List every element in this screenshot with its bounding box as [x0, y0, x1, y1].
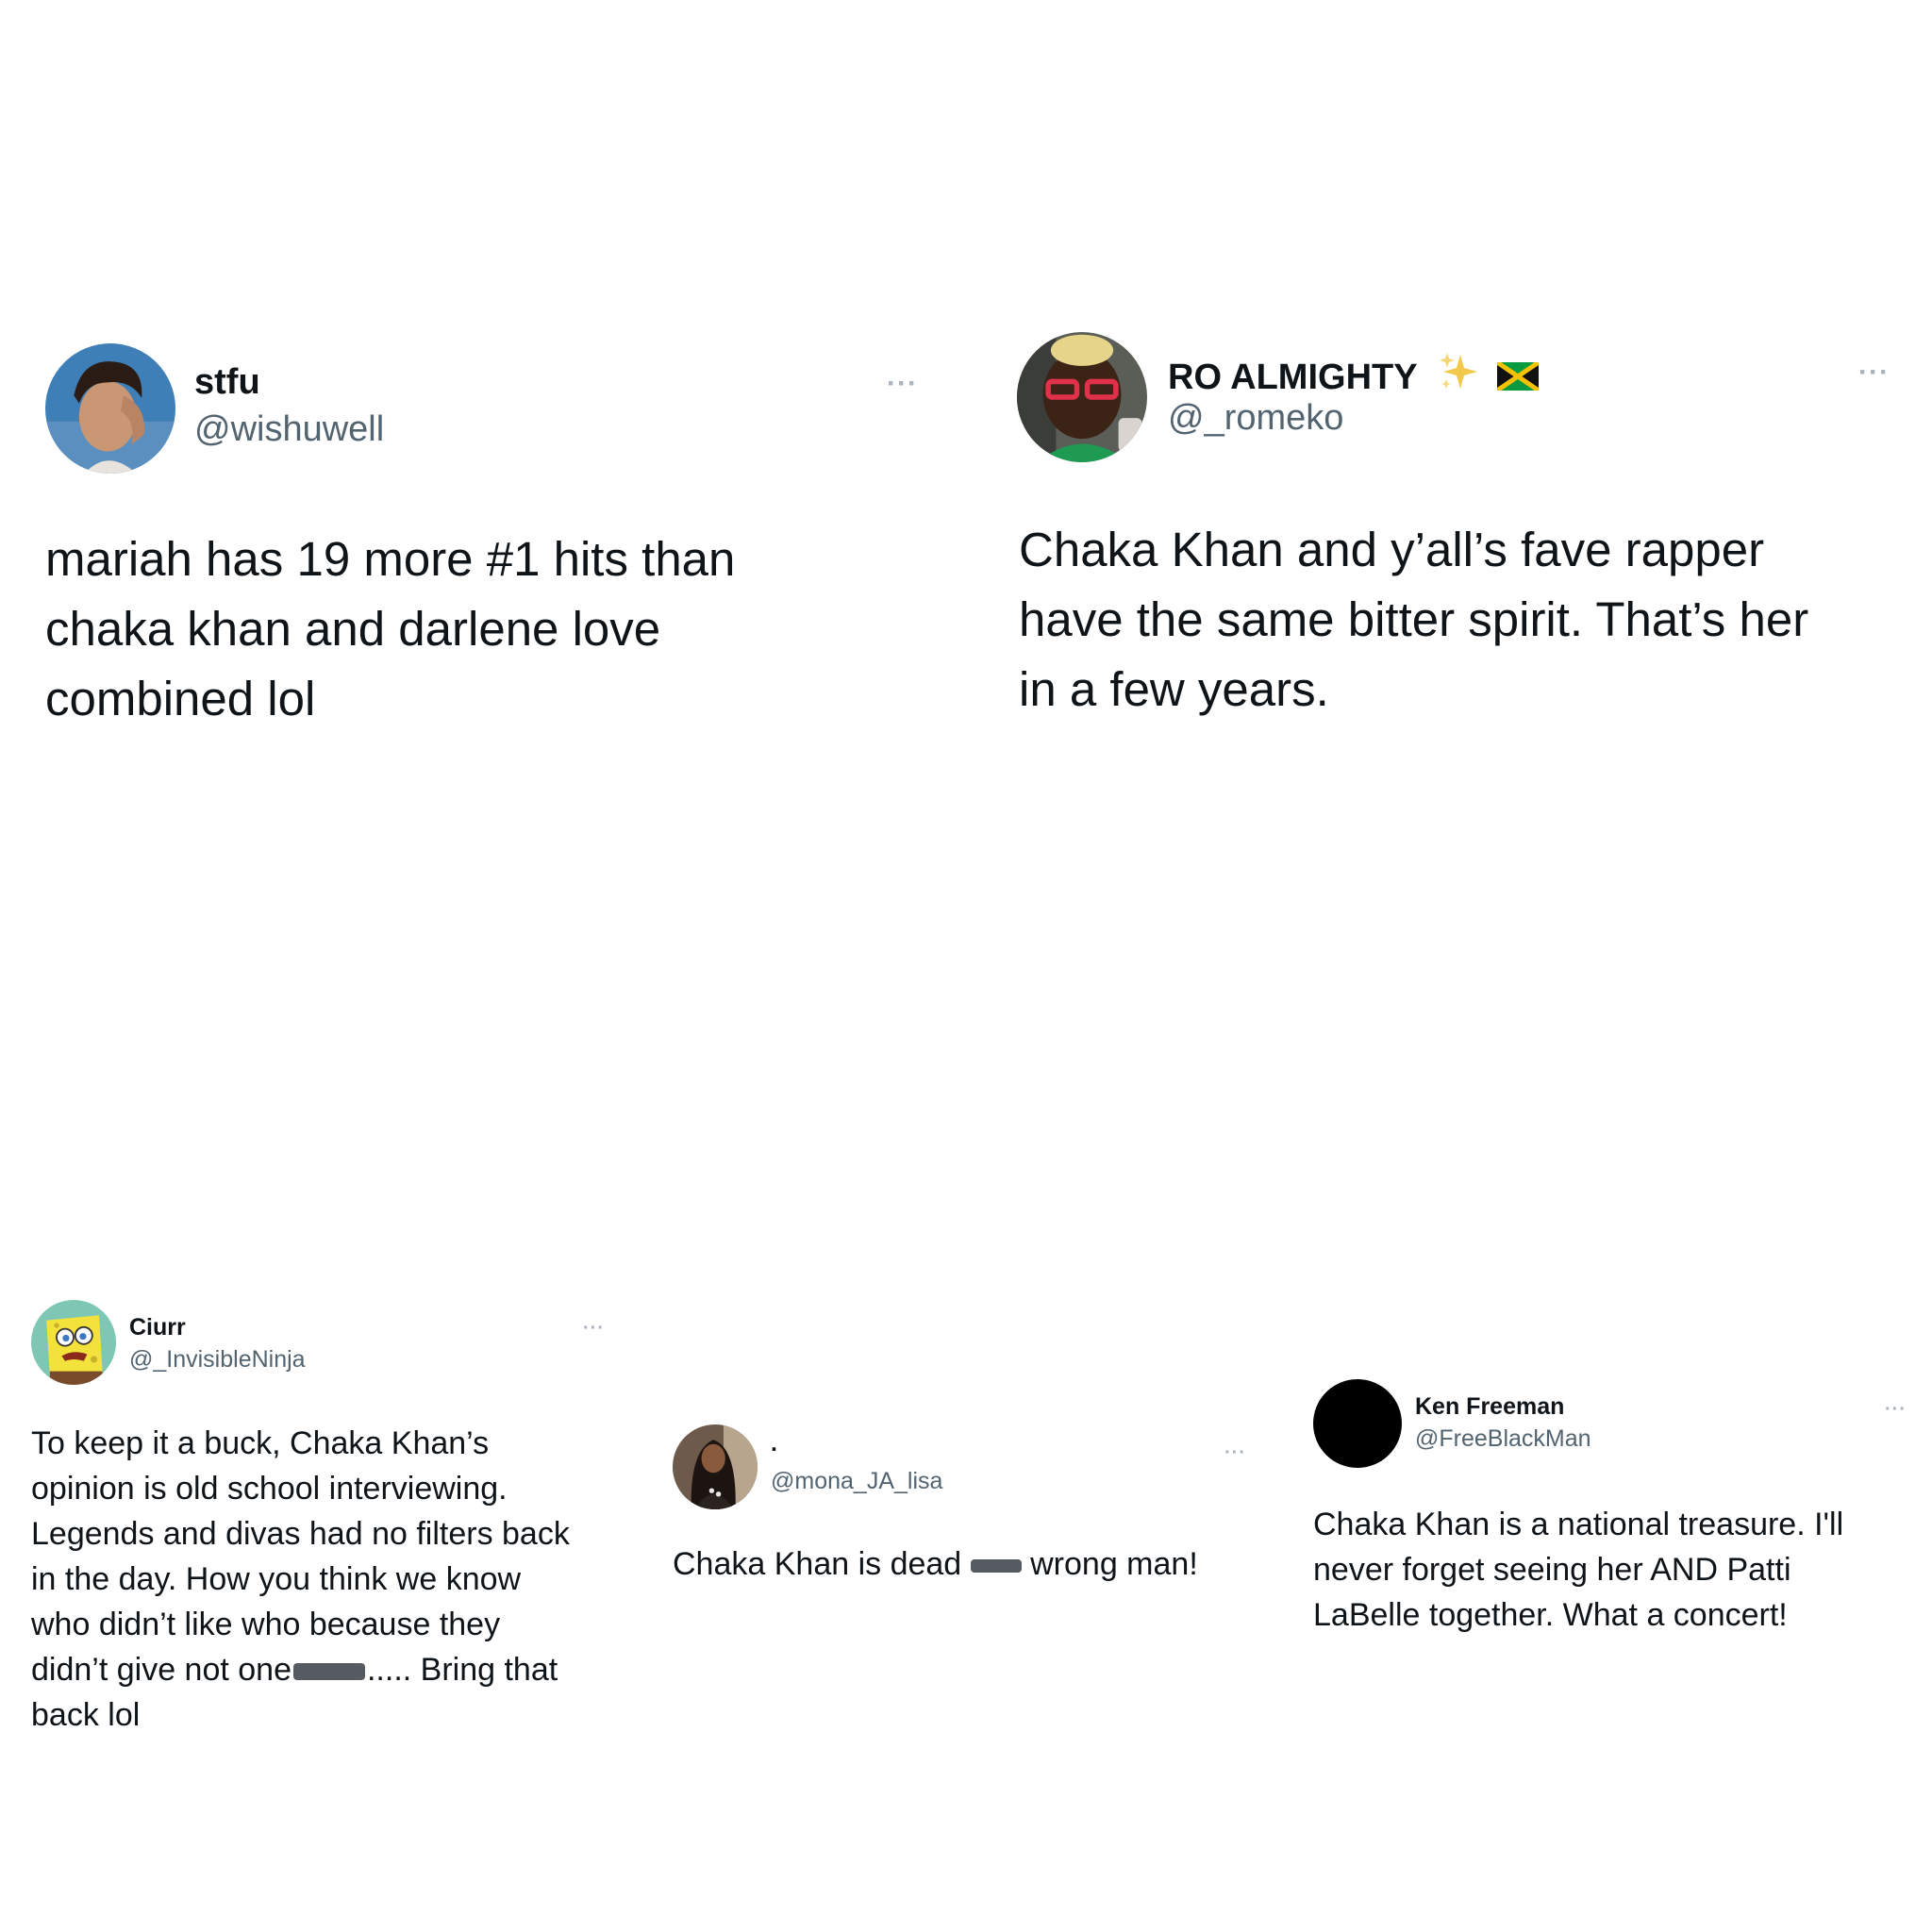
more-options-icon[interactable]: ··· [583, 1319, 605, 1338]
more-options-icon[interactable]: ··· [887, 370, 918, 398]
avatar[interactable] [31, 1300, 116, 1385]
avatar[interactable] [1017, 332, 1147, 462]
user-handle[interactable]: @_InvisibleNinja [129, 1346, 306, 1374]
avatar[interactable] [673, 1424, 758, 1509]
tweet-text-line: didn’t give not one [31, 1652, 291, 1688]
tweet-text-line: never forget seeing her AND Patti [1313, 1552, 1791, 1588]
user-handle[interactable]: @mona_JA_lisa [771, 1468, 942, 1495]
jamaica-flag-emoji [1497, 362, 1540, 391]
tweet-text-line: back lol [31, 1697, 141, 1733]
tweet-text-line: To keep it a buck, Chaka Khan’s [31, 1425, 490, 1461]
display-name[interactable]: . [771, 1430, 777, 1457]
censor-bar [970, 1559, 1022, 1574]
more-options-icon[interactable]: ··· [1885, 1400, 1907, 1419]
tweet-text-line: chaka khan and darlene love [45, 602, 661, 656]
tweet-text: mariah has 19 more #1 hits than chaka kh… [45, 525, 894, 734]
user-handle[interactable]: @FreeBlackMan [1415, 1425, 1591, 1453]
tweet-text: Chaka Khan and y’all’s fave rapper have … [1019, 515, 1906, 724]
tweet-text: To keep it a buck, Chaka Khan’s opinion … [31, 1421, 635, 1738]
user-handle[interactable]: @wishuwell [194, 409, 384, 450]
more-options-icon[interactable]: ··· [1224, 1443, 1246, 1462]
woman-photo-avatar [673, 1424, 758, 1509]
tweet-text-line: have the same bitter spirit. That’s her [1019, 592, 1809, 646]
tweet-text-line: mariah has 19 more #1 hits than [45, 532, 736, 586]
tweet-text-line: LaBelle together. What a concert! [1313, 1597, 1788, 1633]
tweet-text-line: Legends and divas had no filters back [31, 1516, 570, 1552]
black-circle-avatar [1313, 1379, 1402, 1468]
tweet-text-line: Chaka Khan is a national treasure. I'll [1313, 1507, 1844, 1542]
person-red-glasses-avatar [1017, 332, 1147, 462]
tweet-text-line: who didn’t like who because they [31, 1607, 501, 1642]
tweet-text-part: Chaka Khan is dead [673, 1546, 962, 1582]
display-name[interactable]: RO ALMIGHTY [1168, 351, 1540, 398]
tweet-text-part: wrong man! [1030, 1546, 1198, 1582]
user-handle[interactable]: @_romeko [1168, 398, 1343, 439]
tweet-text: Chaka Khan is a national treasure. I'll … [1313, 1502, 1917, 1638]
display-name[interactable]: Ciurr [129, 1314, 186, 1341]
display-name[interactable]: stfu [194, 362, 260, 403]
tweet-text-line: in the day. How you think we know [31, 1561, 522, 1597]
censor-bar [292, 1663, 365, 1681]
tweet-text-line: opinion is old school interviewing. [31, 1471, 508, 1507]
more-options-icon[interactable]: ··· [1858, 358, 1890, 387]
tweet-text-line: Chaka Khan and y’all’s fave rapper [1019, 523, 1765, 576]
cartoon-sponge-avatar [31, 1300, 116, 1385]
tweet-text-line: combined lol [45, 672, 316, 725]
tweet-text-line: ..... Bring that [366, 1652, 558, 1688]
tweet-text-line: in a few years. [1019, 662, 1329, 716]
tweet-text: Chaka Khan is dead wrong man! [673, 1541, 1276, 1587]
avatar[interactable] [45, 343, 175, 474]
display-name[interactable]: Ken Freeman [1415, 1393, 1564, 1421]
sparkles-emoji [1440, 353, 1478, 389]
avatar[interactable] [1313, 1379, 1402, 1468]
person-photo-avatar [45, 343, 175, 474]
display-name-text: RO ALMIGHTY [1168, 358, 1417, 397]
